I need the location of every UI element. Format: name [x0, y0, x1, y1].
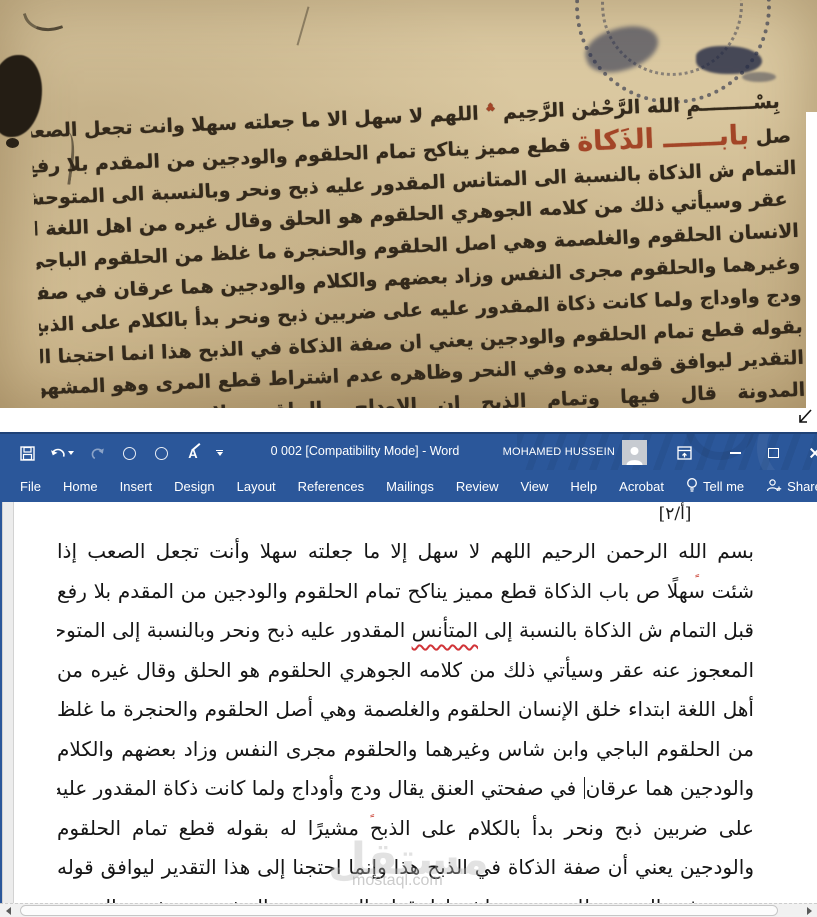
scroll-right-arrow[interactable]	[801, 904, 817, 917]
manuscript-text: بِسْــــــــمِ الله الرَّحْمٰن الرَّحِيم	[496, 91, 780, 124]
document-edit-area[interactable]: [أ/٢] بسم الله الرحمن الرحيم اللهم لا سه…	[0, 502, 817, 917]
horizontal-scrollbar[interactable]	[0, 903, 817, 917]
tab-home[interactable]: Home	[52, 470, 109, 502]
ribbon-tab-row: File Home Insert Design Layout Reference…	[0, 470, 817, 502]
tab-mailings[interactable]: Mailings	[375, 470, 445, 502]
spellcheck-flagged-word: المتأنس	[412, 618, 478, 642]
ribbon-display-options-button[interactable]	[666, 434, 702, 470]
ink-smudge	[742, 72, 776, 82]
scrollbar-thumb[interactable]	[20, 905, 778, 916]
share-button[interactable]: Share	[755, 470, 817, 502]
share-label: Share	[787, 479, 817, 494]
scroll-left-arrow[interactable]	[0, 904, 16, 917]
redo-icon-disabled	[88, 444, 106, 462]
tab-design[interactable]: Design	[163, 470, 225, 502]
tab-layout[interactable]: Layout	[226, 470, 287, 502]
tell-me-label: Tell me	[703, 479, 744, 494]
circle-icon[interactable]	[120, 444, 138, 462]
text-line: أهل اللغة ابتداء خلق الإنسان الحلقوم وال…	[57, 690, 754, 730]
tab-references[interactable]: References	[287, 470, 375, 502]
format-pen-icon[interactable]: A	[184, 444, 202, 462]
text-line: والودجين هما عرقان في صفحتي العنق يقال و…	[57, 769, 754, 809]
minimize-button[interactable]	[717, 434, 753, 470]
chapter-heading-red: بابــــــ الذَكاة	[577, 120, 750, 158]
customize-quick-access-icon[interactable]	[216, 450, 223, 457]
pane-gap	[0, 408, 817, 432]
resize-cursor-arrow	[795, 406, 815, 428]
text-segment: في صفحتي العنق يقال ودج وأوداج ولما كانت…	[57, 776, 583, 800]
tab-file[interactable]: File	[9, 470, 52, 502]
text-line: من الحلقوم الباجي وابن شاس وغيرهما والحل…	[57, 730, 754, 770]
text-segment: والودجين هما عرقان	[586, 776, 754, 800]
text-line: بسم الله الرحمن الرحيم اللهم لا سهل إلا …	[57, 532, 754, 572]
share-person-plus-icon	[766, 478, 782, 495]
tell-me-box[interactable]: Tell me	[675, 470, 755, 502]
signed-in-user[interactable]: MOHAMED HUSSEIN	[497, 446, 615, 458]
quick-access-toolbar: A	[18, 439, 223, 467]
user-avatar[interactable]	[622, 440, 647, 465]
pencil-mark	[297, 6, 310, 45]
text-cursor	[584, 777, 585, 799]
tab-view[interactable]: View	[509, 470, 559, 502]
tab-acrobat[interactable]: Acrobat	[608, 470, 675, 502]
manuscript-text-block: بِسْــــــــمِ الله الرَّحْمٰن الرَّحِيم…	[31, 86, 806, 408]
text-segment: قبل التمام ش الذكاة بالنسبة إلى	[478, 618, 754, 642]
page-left-gutter	[2, 502, 14, 917]
save-icon[interactable]	[18, 444, 36, 462]
text-line: قبل التمام ش الذكاة بالنسبة إلى المتأنس …	[57, 611, 754, 651]
text-segment: المقدور عليه ذبح ونحر وبالنسبة إلى المتو…	[57, 618, 412, 642]
tab-help[interactable]: Help	[559, 470, 608, 502]
text-line: شئت سهلًا ص باب الذكاة قطع مميز يناكح تم…	[57, 572, 754, 612]
manuscript-scan-pane: بِسْــــــــمِ الله الرَّحْمٰن الرَّحِيم…	[0, 0, 817, 432]
tab-insert[interactable]: Insert	[109, 470, 164, 502]
scan-background	[806, 112, 817, 408]
margin-scribble	[23, 3, 63, 38]
close-button[interactable]	[797, 434, 817, 470]
maximize-button[interactable]	[755, 434, 791, 470]
title-bar: A 0 002 [Compatibility Mode] - Word MOHA…	[0, 432, 817, 470]
manuscript-paper: بِسْــــــــمِ الله الرَّحْمٰن الرَّحِيم…	[0, 0, 817, 408]
manuscript-text: صل	[749, 125, 792, 149]
word-window: A 0 002 [Compatibility Mode] - Word MOHA…	[0, 432, 817, 917]
lightbulb-icon	[686, 477, 698, 496]
window-title: 0 002 [Compatibility Mode] - Word	[250, 444, 480, 458]
ink-smudge	[696, 46, 762, 74]
text-line: المعجوز عنه عقر وسيأتي ذلك من كلامه الجو…	[57, 651, 754, 691]
tab-review[interactable]: Review	[445, 470, 510, 502]
watermark-domain: mostaql.com	[352, 872, 443, 890]
circle-icon[interactable]	[152, 444, 170, 462]
ink-dot	[6, 138, 19, 148]
scrollbar-track[interactable]	[16, 904, 801, 917]
undo-dropdown-chevron[interactable]	[68, 451, 74, 455]
undo-button[interactable]	[50, 446, 74, 460]
